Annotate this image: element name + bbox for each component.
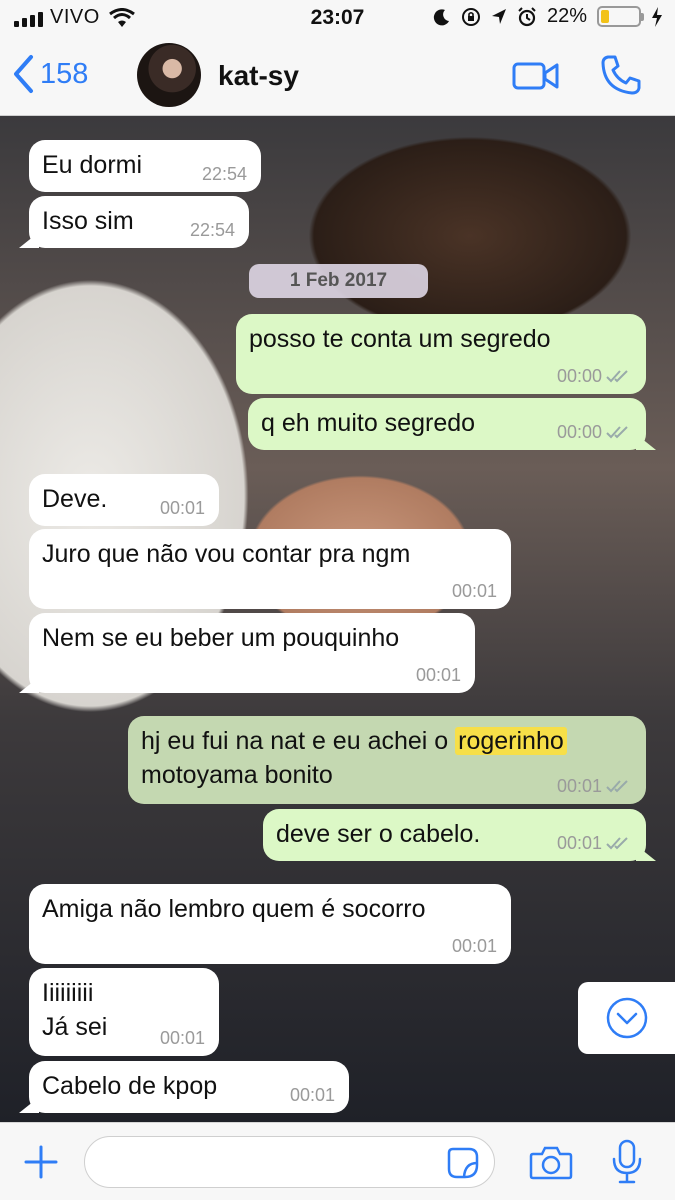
microphone-icon[interactable] <box>611 1139 643 1185</box>
message-outgoing[interactable]: posso te conta um segredo 00:00 <box>236 314 646 394</box>
battery-level <box>601 10 609 23</box>
message-time: 00:01 <box>289 1084 335 1105</box>
message-time: 00:00 <box>556 365 602 386</box>
message-time: 00:01 <box>451 580 497 601</box>
message-incoming[interactable]: Cabelo de kpop 00:01 <box>19 1061 349 1113</box>
message-time: 00:01 <box>556 832 602 853</box>
message-incoming[interactable]: Deve. 00:01 <box>29 474 219 526</box>
message-time: 00:01 <box>159 497 205 518</box>
chevron-down-circle-icon <box>606 997 647 1039</box>
unread-count: 158 <box>40 57 89 90</box>
date-separator: 1 Feb 2017 <box>249 264 428 298</box>
search-highlight: rogerinho <box>455 727 567 755</box>
battery-icon <box>597 6 644 27</box>
message-time: 22:54 <box>189 219 235 240</box>
chat-history[interactable]: Eu dormi 22:54 Isso sim 22:54 1 Feb 2017… <box>0 116 675 1122</box>
message-text: Nem se eu beber um pouquinho <box>42 624 400 652</box>
message-time: 00:01 <box>451 935 497 956</box>
message-incoming[interactable]: Isso sim 22:54 <box>19 196 249 248</box>
message-time: 22:54 <box>201 163 247 184</box>
message-text: posso te conta um segredo <box>249 325 551 353</box>
message-text: Eu dormi <box>42 151 143 179</box>
double-check-icon <box>606 370 628 383</box>
double-check-icon <box>606 780 628 793</box>
orientation-lock-icon <box>461 7 480 26</box>
message-incoming[interactable]: Nem se eu beber um pouquinho 00:01 <box>19 613 475 693</box>
back-button[interactable]: 158 <box>12 54 88 94</box>
message-text: deve ser o cabelo. <box>276 820 481 848</box>
alarm-icon <box>518 6 536 26</box>
message-input[interactable] <box>84 1136 495 1188</box>
message-incoming[interactable]: Iiiiiiiii Já sei 00:01 <box>29 968 219 1056</box>
message-time: 00:00 <box>556 421 602 442</box>
moon-icon <box>433 8 449 25</box>
chevron-left-icon <box>14 55 33 93</box>
charging-icon <box>652 6 662 27</box>
message-text-line1: Iiiiiiiii <box>42 979 94 1007</box>
chat-header: 158 kat-sy <box>0 38 675 116</box>
avatar[interactable] <box>137 43 201 107</box>
status-bar: VIVO 23:07 22% <box>0 0 675 38</box>
plus-icon[interactable] <box>22 1143 60 1181</box>
message-outgoing[interactable]: q eh muito segredo 00:00 <box>248 398 656 450</box>
message-incoming[interactable]: Juro que não vou contar pra ngm 00:01 <box>29 529 511 609</box>
message-text: Cabelo de kpop <box>42 1072 218 1100</box>
sticker-icon[interactable] <box>447 1147 479 1179</box>
message-text-line2: Já sei <box>42 1012 108 1041</box>
message-text-end: motoyama bonito <box>141 760 333 789</box>
double-check-icon <box>606 837 628 850</box>
contact-name[interactable]: kat-sy <box>218 60 299 92</box>
scroll-to-bottom-button[interactable] <box>578 982 675 1054</box>
message-text: q eh muito segredo <box>261 409 476 437</box>
message-time: 00:01 <box>556 775 602 796</box>
message-time: 00:01 <box>159 1027 205 1048</box>
message-outgoing[interactable]: deve ser o cabelo. 00:01 <box>263 809 656 861</box>
message-incoming[interactable]: Eu dormi 22:54 <box>29 140 261 192</box>
battery-percent: 22% <box>546 5 587 27</box>
video-call-icon[interactable] <box>512 60 560 92</box>
message-text: Amiga não lembro quem é socorro <box>42 895 426 923</box>
message-text: Isso sim <box>42 207 134 235</box>
message-time: 00:01 <box>415 664 461 685</box>
message-text-start: hj eu fui na nat e eu achei o <box>141 727 456 755</box>
message-incoming[interactable]: Amiga não lembro quem é socorro 00:01 <box>29 884 511 964</box>
message-outgoing-selected[interactable]: hj eu fui na nat e eu achei o rogerinho … <box>128 716 646 804</box>
message-text: Deve. <box>42 485 108 513</box>
location-icon <box>491 8 506 24</box>
camera-icon[interactable] <box>529 1145 573 1181</box>
composer-bar <box>0 1122 675 1200</box>
double-check-icon <box>606 426 628 439</box>
phone-icon[interactable] <box>600 54 642 96</box>
message-text: Juro que não vou contar pra ngm <box>42 540 411 568</box>
